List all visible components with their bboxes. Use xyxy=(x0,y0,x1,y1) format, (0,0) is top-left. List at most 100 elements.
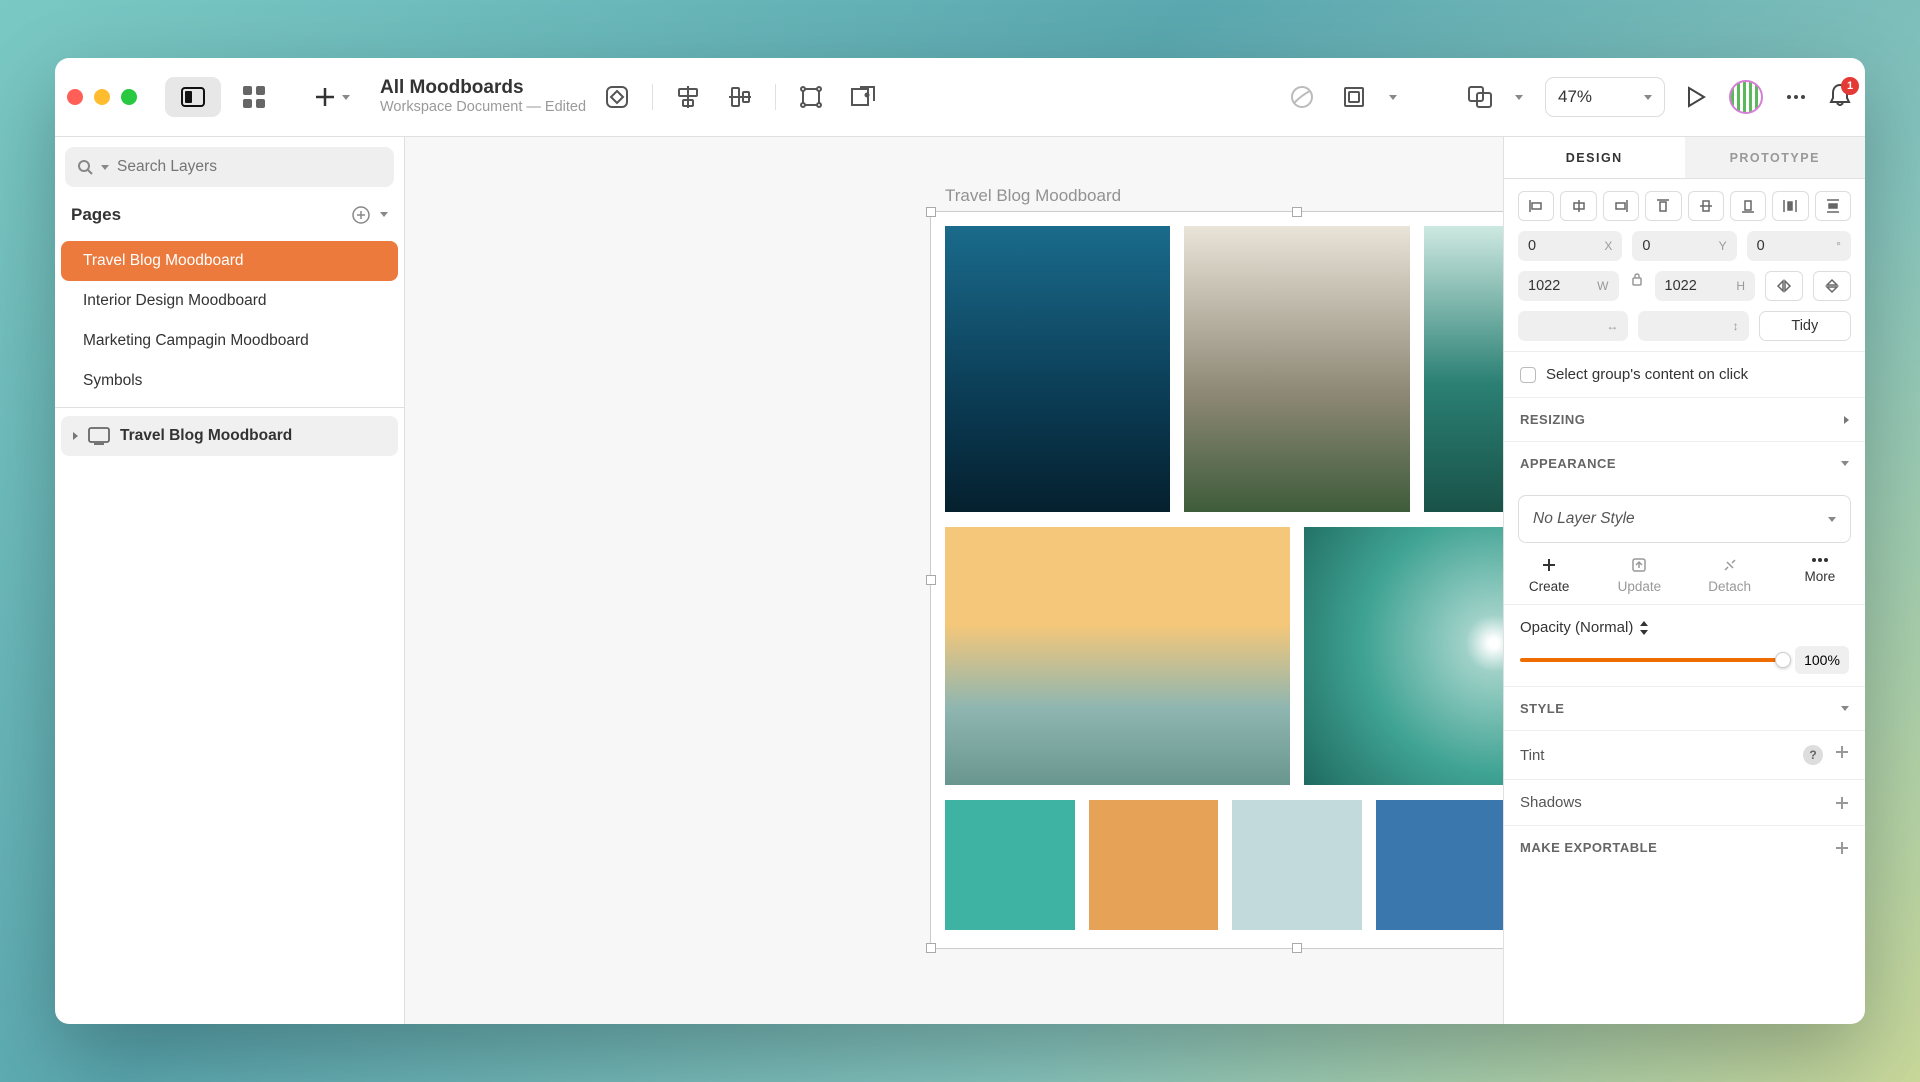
canvas[interactable]: Travel Blog Moodboard xyxy=(405,137,1503,1024)
close-icon[interactable] xyxy=(67,89,83,105)
x-field[interactable]: 0X xyxy=(1518,231,1622,261)
tint-row[interactable]: Tint ? xyxy=(1504,731,1865,780)
layers-view-button[interactable] xyxy=(165,77,221,117)
chevron-down-icon xyxy=(1644,95,1652,100)
appearance-header[interactable]: APPEARANCE xyxy=(1504,442,1865,485)
resize-handle[interactable] xyxy=(926,943,936,953)
height-field[interactable]: 1022H xyxy=(1655,271,1756,301)
mood-image[interactable] xyxy=(945,527,1290,785)
notifications-button[interactable]: 1 xyxy=(1829,83,1851,112)
align-bottom-button[interactable] xyxy=(1730,191,1766,221)
resizing-header[interactable]: RESIZING xyxy=(1504,398,1865,442)
chevron-down-icon[interactable] xyxy=(380,212,388,217)
select-group-contents-row[interactable]: Select group's content on click xyxy=(1504,351,1865,398)
flip-v-button[interactable] xyxy=(1813,271,1851,301)
flip-h-button[interactable] xyxy=(1765,271,1803,301)
layer-root-label: Travel Blog Moodboard xyxy=(120,427,292,445)
distribute-h-button[interactable] xyxy=(1772,191,1808,221)
search-input[interactable] xyxy=(65,147,394,187)
tab-design[interactable]: DESIGN xyxy=(1504,137,1685,178)
resize-handle[interactable] xyxy=(1292,207,1302,217)
align-hcenter-button[interactable] xyxy=(1560,191,1596,221)
update-style-button[interactable]: Update xyxy=(1594,557,1684,594)
toolbar: All Moodboards Workspace Document — Edit… xyxy=(55,58,1865,137)
layer-style-select[interactable]: No Layer Style xyxy=(1518,495,1851,543)
artboard[interactable] xyxy=(930,211,1503,949)
distribute-v-button[interactable] xyxy=(1815,191,1851,221)
page-item-travel[interactable]: Travel Blog Moodboard xyxy=(61,241,398,281)
opacity-value[interactable]: 100% xyxy=(1795,646,1849,674)
chevron-down-icon[interactable] xyxy=(1389,95,1397,100)
color-swatch[interactable] xyxy=(1232,800,1362,930)
width-field[interactable]: 1022W xyxy=(1518,271,1619,301)
grid-view-button[interactable] xyxy=(226,77,282,117)
rotation-field[interactable]: 0° xyxy=(1747,231,1851,261)
checkbox[interactable] xyxy=(1520,367,1536,383)
y-field[interactable]: 0Y xyxy=(1632,231,1736,261)
more-style-button[interactable]: More xyxy=(1775,557,1865,594)
exportable-row[interactable]: MAKE EXPORTABLE xyxy=(1504,826,1865,869)
app-window: All Moodboards Workspace Document — Edit… xyxy=(55,58,1865,1024)
lock-icon[interactable] xyxy=(1629,271,1645,287)
make-symbol-tool[interactable] xyxy=(846,80,880,114)
document-title-block: All Moodboards Workspace Document — Edit… xyxy=(380,78,586,116)
shadows-row[interactable]: Shadows xyxy=(1504,780,1865,826)
vspacing-field[interactable]: ↕ xyxy=(1638,311,1748,341)
search-field[interactable] xyxy=(117,158,382,176)
align-vcenter-button[interactable] xyxy=(1688,191,1724,221)
page-item-symbols[interactable]: Symbols xyxy=(61,361,398,401)
mood-image[interactable] xyxy=(945,226,1170,512)
color-swatch[interactable] xyxy=(1089,800,1219,930)
layer-root[interactable]: Travel Blog Moodboard xyxy=(61,416,398,456)
add-page-icon[interactable] xyxy=(352,206,370,224)
stepper-icon xyxy=(1639,621,1649,635)
more-button[interactable] xyxy=(1779,80,1813,114)
plus-icon[interactable] xyxy=(1835,796,1849,810)
align-horizontal-tool[interactable] xyxy=(671,80,705,114)
color-swatch[interactable] xyxy=(945,800,1075,930)
frame-tool[interactable] xyxy=(1337,80,1371,114)
view-toggle xyxy=(165,77,282,117)
opacity-slider[interactable] xyxy=(1520,658,1783,662)
align-vertical-tool[interactable] xyxy=(723,80,757,114)
create-style-button[interactable]: Create xyxy=(1504,557,1594,594)
style-header[interactable]: STYLE xyxy=(1504,687,1865,731)
resize-handle[interactable] xyxy=(926,575,936,585)
boolean-tool[interactable] xyxy=(1463,80,1497,114)
color-tool[interactable] xyxy=(1285,80,1319,114)
hspacing-field[interactable]: ↔ xyxy=(1518,311,1628,341)
page-item-marketing[interactable]: Marketing Campagin Moodboard xyxy=(61,321,398,361)
artboard-label[interactable]: Travel Blog Moodboard xyxy=(945,186,1121,206)
insert-button[interactable] xyxy=(314,86,350,108)
swatch-row xyxy=(945,800,1503,930)
play-button[interactable] xyxy=(1679,80,1713,114)
center-tools xyxy=(600,80,1523,114)
maximize-icon[interactable] xyxy=(121,89,137,105)
chevron-down-icon[interactable] xyxy=(1515,95,1523,100)
plus-icon[interactable] xyxy=(1835,745,1849,759)
resize-handle[interactable] xyxy=(926,207,936,217)
page-item-interior[interactable]: Interior Design Moodboard xyxy=(61,281,398,321)
align-left-button[interactable] xyxy=(1518,191,1554,221)
help-icon[interactable]: ? xyxy=(1803,745,1823,765)
mood-image[interactable] xyxy=(1184,226,1409,512)
zoom-select[interactable]: 47% xyxy=(1545,77,1665,117)
opacity-label[interactable]: Opacity (Normal) xyxy=(1520,619,1849,636)
color-swatch[interactable] xyxy=(1376,800,1503,930)
mood-image[interactable] xyxy=(1424,226,1503,512)
slider-thumb[interactable] xyxy=(1775,652,1791,668)
detach-style-button[interactable]: Detach xyxy=(1685,557,1775,594)
tidy-button[interactable]: Tidy xyxy=(1759,311,1851,341)
symbol-tool[interactable] xyxy=(600,80,634,114)
align-right-button[interactable] xyxy=(1603,191,1639,221)
page-list: Travel Blog Moodboard Interior Design Mo… xyxy=(55,235,404,407)
align-top-button[interactable] xyxy=(1645,191,1681,221)
resize-handle[interactable] xyxy=(1292,943,1302,953)
minimize-icon[interactable] xyxy=(94,89,110,105)
mood-image[interactable] xyxy=(1304,527,1503,785)
plus-icon[interactable] xyxy=(1835,841,1849,855)
document-title: All Moodboards xyxy=(380,78,586,99)
user-avatar[interactable] xyxy=(1729,80,1763,114)
group-tool[interactable] xyxy=(794,80,828,114)
tab-prototype[interactable]: PROTOTYPE xyxy=(1685,137,1866,178)
